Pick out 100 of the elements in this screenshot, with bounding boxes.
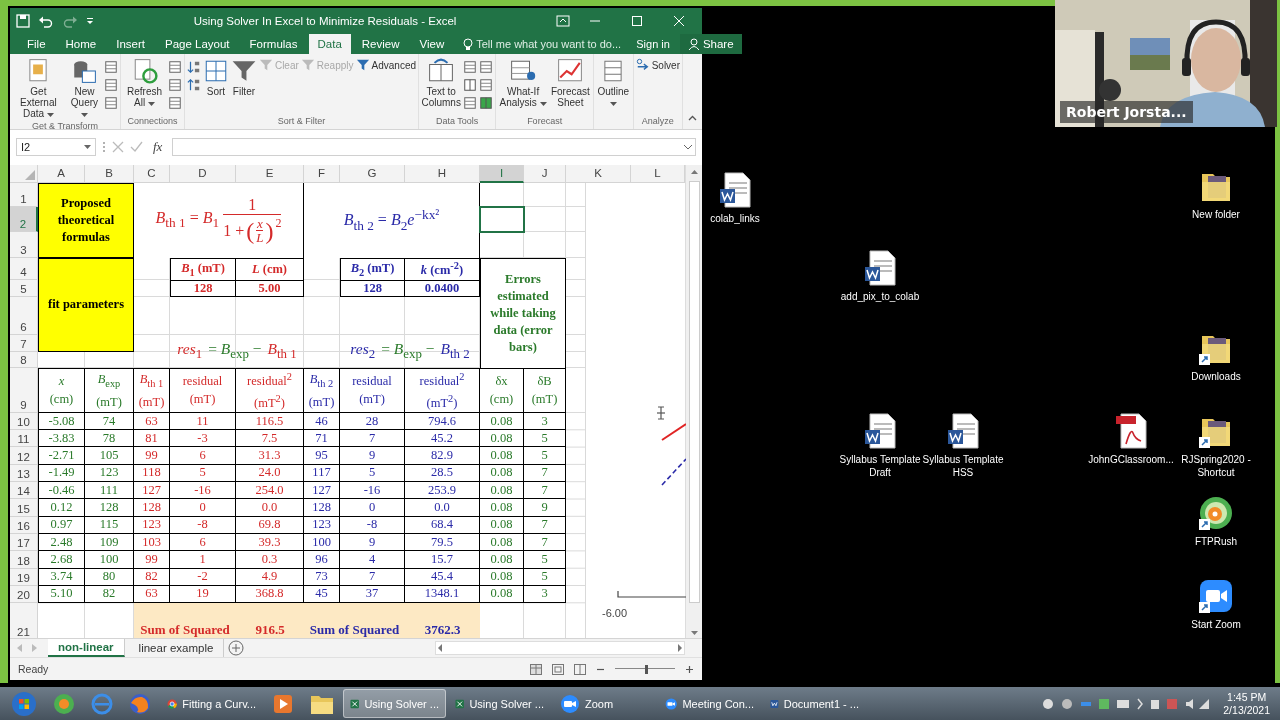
ribbon-tab[interactable]: Insert: [107, 34, 154, 54]
check-icon[interactable]: [130, 141, 143, 154]
document-icon[interactable]: [862, 413, 898, 449]
insert-function-button[interactable]: fx: [149, 139, 167, 156]
taskbar-button[interactable]: Zoom: [553, 689, 656, 718]
icon-label[interactable]: New folder: [1192, 208, 1240, 221]
zoom-in-icon[interactable]: [685, 664, 694, 674]
video-camera-icon[interactable]: [1198, 578, 1234, 614]
customize-caret-icon[interactable]: [86, 17, 94, 25]
ribbon-button[interactable]: Get External Data: [11, 56, 66, 121]
ribbon-button[interactable]: Text to Columns: [420, 56, 463, 110]
ribbon-button[interactable]: Forecast Sheet: [548, 56, 592, 110]
zoom-slider[interactable]: [615, 665, 675, 674]
fox-globe-icon: [129, 692, 151, 715]
icon-label[interactable]: JohnGClassroom...: [1088, 453, 1174, 466]
disc-icon[interactable]: [1198, 495, 1234, 531]
row-header[interactable]: 2: [10, 206, 38, 232]
ribbon-button[interactable]: What-If Analysis: [497, 56, 549, 110]
ribbon-tab[interactable]: Home: [56, 34, 106, 54]
column-header[interactable]: L: [631, 164, 685, 183]
row-header[interactable]: 6: [10, 296, 38, 335]
icon-label[interactable]: Start Zoom: [1191, 618, 1241, 631]
ribbon-button[interactable]: [186, 59, 201, 74]
ribbon-button[interactable]: New Query: [65, 56, 104, 121]
ribbon-button[interactable]: Filter: [229, 56, 258, 99]
ribbon-display-icon[interactable]: [556, 15, 570, 27]
column-header[interactable]: H: [405, 164, 480, 183]
row-header[interactable]: 4: [10, 257, 38, 280]
clock[interactable]: 1:45 PM 2/13/2021: [1217, 690, 1276, 717]
normal-view-icon[interactable]: [530, 663, 542, 675]
collapse-ribbon-icon[interactable]: [688, 115, 697, 121]
ribbon-tab[interactable]: Data: [308, 34, 351, 54]
fit-line: [661, 422, 686, 441]
horizontal-scrollbar[interactable]: [435, 641, 685, 656]
ribbon-button[interactable]: Solver: [634, 56, 681, 74]
undo-icon[interactable]: [38, 14, 54, 28]
row-header[interactable]: 3: [10, 231, 38, 258]
ribbon-tab[interactable]: View: [410, 34, 454, 54]
document-icon[interactable]: [945, 413, 981, 449]
expand-icon[interactable]: [684, 144, 692, 150]
save-icon[interactable]: [16, 14, 30, 28]
column-heading: δx (cm): [480, 367, 524, 413]
column-header[interactable]: B: [85, 164, 134, 183]
ribbon-button[interactable]: Sort: [201, 56, 230, 99]
document-icon[interactable]: [862, 250, 898, 286]
ribbon-button[interactable]: [104, 77, 119, 92]
ribbon-tab[interactable]: Formulas: [240, 34, 307, 54]
page-break-icon[interactable]: [574, 663, 586, 675]
row-header[interactable]: 12: [10, 447, 38, 465]
row-header[interactable]: 15: [10, 499, 38, 517]
scroll-right-icon[interactable]: [676, 643, 684, 654]
scroll-thumb[interactable]: [688, 180, 700, 603]
share-button[interactable]: Share: [679, 34, 742, 54]
name-box[interactable]: I2: [16, 138, 96, 157]
ribbon-tab[interactable]: Page Layout: [156, 34, 239, 54]
ribbon-button[interactable]: Refresh All: [122, 56, 167, 110]
redo-icon[interactable]: [62, 14, 78, 28]
page-layout-icon[interactable]: [552, 663, 564, 675]
column-header[interactable]: G: [340, 164, 405, 183]
sheet-tab[interactable]: non-linear: [48, 639, 125, 658]
icon-label[interactable]: add_pix_to_colab: [840, 290, 920, 303]
column-header[interactable]: F: [304, 164, 340, 183]
icon-label[interactable]: FTPRush: [1194, 535, 1238, 548]
taskbar-button[interactable]: Using Solver ...: [448, 689, 551, 718]
icon-label[interactable]: RJSpring2020 - Shortcut: [1175, 453, 1257, 479]
row-header[interactable]: 11: [10, 430, 38, 448]
icon-label[interactable]: Downloads: [1191, 370, 1241, 383]
vertical-scrollbar[interactable]: [685, 164, 702, 639]
column-header[interactable]: C: [134, 164, 170, 183]
column-header[interactable]: A: [38, 164, 85, 183]
selected-cell[interactable]: [479, 205, 525, 233]
column-header[interactable]: J: [524, 164, 566, 183]
row-header[interactable]: 1: [10, 182, 38, 207]
taskbar-button[interactable]: Fitting a Curv...: [160, 689, 263, 718]
ribbon-tab[interactable]: Review: [352, 34, 409, 54]
icon-label[interactable]: Syllabus Template Draft: [839, 453, 921, 479]
icon-label[interactable]: colab_links: [710, 212, 760, 225]
ribbon-button[interactable]: Advanced: [354, 56, 417, 74]
column-header[interactable]: D: [170, 164, 236, 183]
row-header[interactable]: 14: [10, 482, 38, 500]
add-sheet-icon[interactable]: [228, 640, 245, 657]
row-header[interactable]: 18: [10, 551, 38, 569]
ribbon-button[interactable]: Outline: [594, 56, 632, 110]
table-cell: 127: [134, 482, 170, 500]
taskbar-button[interactable]: Document1 - ...: [763, 689, 866, 718]
column-header[interactable]: K: [566, 164, 631, 183]
pdf-icon[interactable]: [1113, 413, 1149, 449]
document-icon[interactable]: [717, 172, 753, 208]
taskbar-button[interactable]: Meeting Con...: [658, 689, 761, 718]
icon-label[interactable]: Syllabus Template HSS: [922, 453, 1004, 479]
column-header[interactable]: I: [480, 164, 524, 183]
sign-in-link[interactable]: Sign in: [628, 34, 678, 54]
ribbon-button[interactable]: [186, 77, 201, 92]
row-header[interactable]: 21: [10, 603, 38, 639]
row-header[interactable]: 9: [10, 367, 38, 413]
column-header[interactable]: E: [236, 164, 304, 183]
tell-me-field[interactable]: Tell me what you want to do...: [463, 34, 627, 54]
formula-input[interactable]: [172, 138, 696, 157]
ribbon-tab[interactable]: File: [18, 34, 55, 54]
scroll-left-icon[interactable]: [436, 643, 444, 654]
